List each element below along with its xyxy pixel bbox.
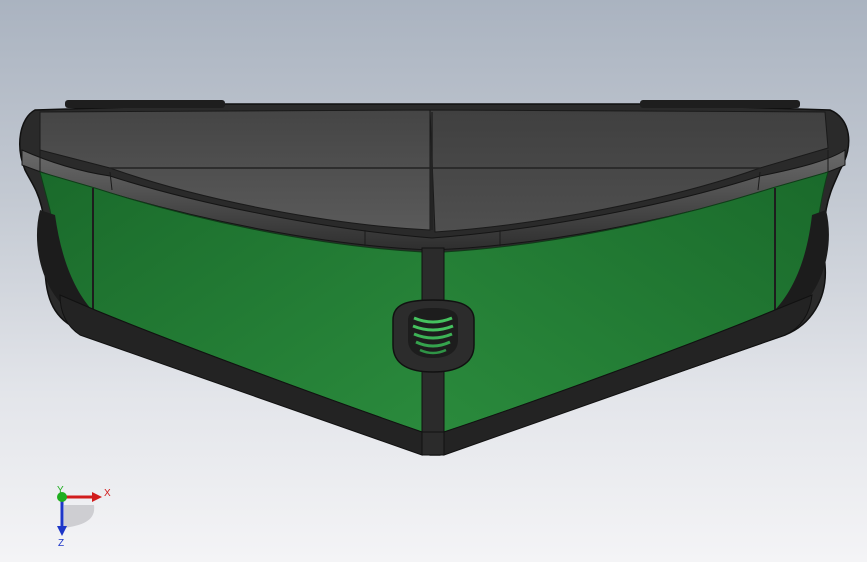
- z-axis-arrow: [57, 526, 67, 536]
- triad-shadow: [64, 505, 95, 528]
- top-boss-left: [65, 100, 225, 108]
- orientation-triad: X Y Z: [57, 485, 111, 549]
- part-model[interactable]: [0, 0, 867, 562]
- top-boss-right: [640, 100, 800, 108]
- 3d-viewport[interactable]: X Y Z: [0, 0, 867, 562]
- x-axis-label: X: [104, 488, 111, 499]
- threaded-pocket[interactable]: [392, 299, 475, 373]
- y-axis-label: Y: [57, 485, 64, 496]
- x-axis-arrow: [92, 492, 102, 502]
- z-axis-label: Z: [58, 538, 64, 549]
